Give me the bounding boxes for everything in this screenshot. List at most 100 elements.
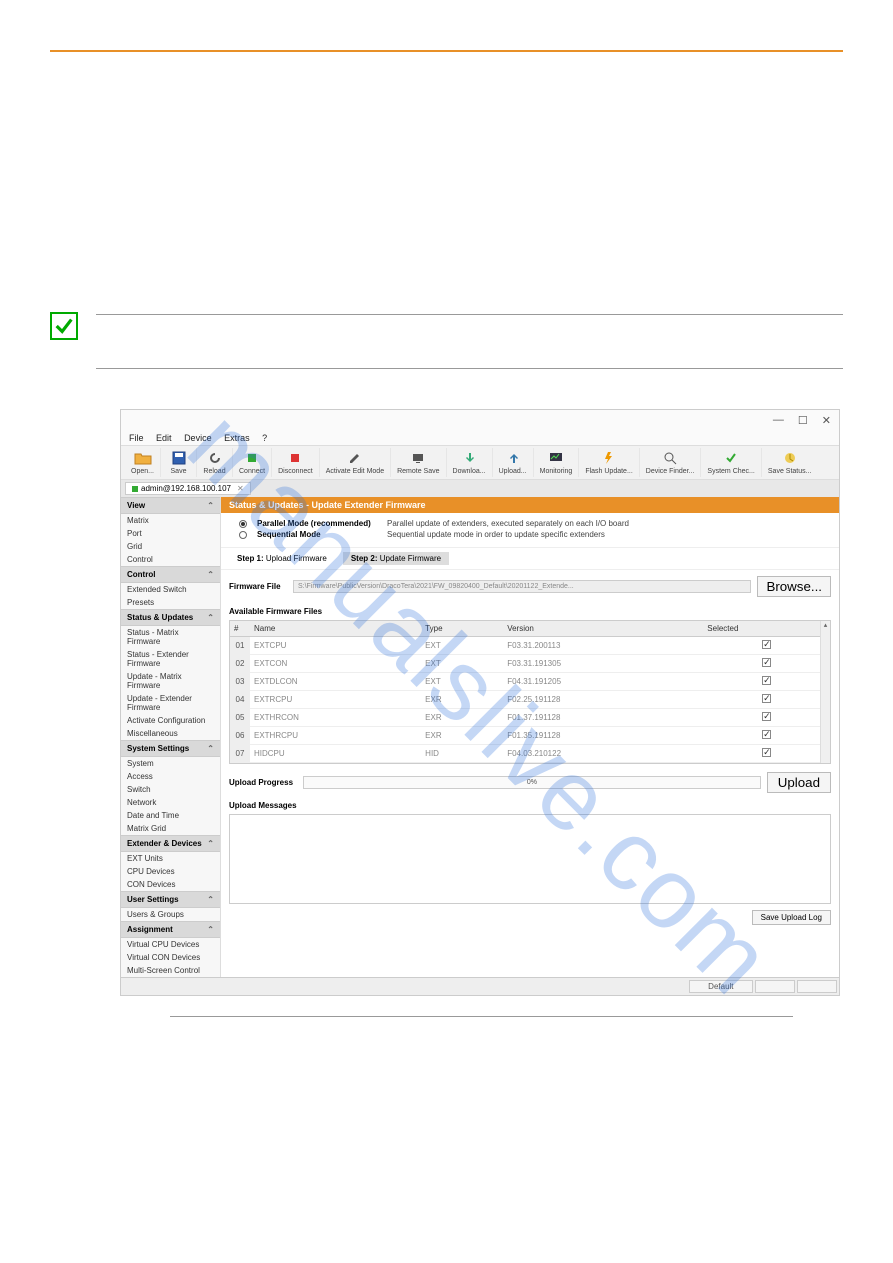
status-icon <box>781 450 799 466</box>
connection-tab[interactable]: admin@192.168.100.107 ✕ <box>125 482 251 495</box>
close-tab-icon[interactable]: ✕ <box>237 484 244 493</box>
table-row[interactable]: 02EXTCONEXTF03.31.191305 <box>230 655 830 673</box>
upload-button[interactable]: Upload... <box>493 448 534 477</box>
table-row[interactable]: 05EXTHRCONEXRF01.37.191128 <box>230 709 830 727</box>
checkbox-icon[interactable] <box>762 730 771 739</box>
column-[interactable]: # <box>230 621 250 637</box>
upload-messages-box[interactable] <box>229 814 831 904</box>
sidebar-item-extended-switch[interactable]: Extended Switch <box>121 583 220 596</box>
sidebar-item-system[interactable]: System <box>121 757 220 770</box>
sidebar-item-ext-units[interactable]: EXT Units <box>121 852 220 865</box>
sidebar-section-system-settings[interactable]: System Settings⌃ <box>121 740 220 757</box>
tab-step2[interactable]: Step 2: Update Firmware <box>343 552 449 565</box>
toolbar: Open...SaveReloadConnectDisconnectActiva… <box>121 445 839 480</box>
sidebar-item-miscellaneous[interactable]: Miscellaneous <box>121 727 220 740</box>
edit-button[interactable]: Activate Edit Mode <box>320 448 391 477</box>
parallel-mode-radio[interactable] <box>239 520 247 528</box>
column-selected[interactable]: Selected <box>703 621 830 637</box>
sidebar-section-view[interactable]: View⌃ <box>121 497 220 514</box>
sidebar-item-date-and-time[interactable]: Date and Time <box>121 809 220 822</box>
table-row[interactable]: 07HIDCPUHIDF04.03.210122 <box>230 745 830 763</box>
checkbox-icon[interactable] <box>762 676 771 685</box>
sidebar-item-control[interactable]: Control <box>121 553 220 566</box>
sidebar-item-presets[interactable]: Presets <box>121 596 220 609</box>
checkbox-icon[interactable] <box>762 640 771 649</box>
table-row[interactable]: 04EXTRCPUEXRF02.25.191128 <box>230 691 830 709</box>
menu-help[interactable]: ? <box>262 433 267 443</box>
checkbox-icon[interactable] <box>762 694 771 703</box>
connect-button[interactable]: Connect <box>233 448 272 477</box>
sidebar-item-multi-screen-control[interactable]: Multi-Screen Control <box>121 964 220 977</box>
minimize-button[interactable]: — <box>773 414 784 427</box>
sidebar-item-cpu-devices[interactable]: CPU Devices <box>121 865 220 878</box>
section-title: Control <box>127 570 155 579</box>
upload-button[interactable]: Upload <box>767 772 831 793</box>
scroll-up-icon[interactable]: ▴ <box>821 621 830 629</box>
remote-button[interactable]: Remote Save <box>391 448 446 477</box>
row-selected[interactable] <box>703 637 830 655</box>
upload-progress-label: Upload Progress <box>229 778 297 787</box>
sidebar-item-access[interactable]: Access <box>121 770 220 783</box>
sidebar-item-con-devices[interactable]: CON Devices <box>121 878 220 891</box>
menu-extras[interactable]: Extras <box>224 433 250 443</box>
sidebar-item-grid[interactable]: Grid <box>121 540 220 553</box>
table-row[interactable]: 01EXTCPUEXTF03.31.200113 <box>230 637 830 655</box>
sidebar-item-virtual-cpu-devices[interactable]: Virtual CPU Devices <box>121 938 220 951</box>
column-name[interactable]: Name <box>250 621 421 637</box>
status-button[interactable]: Save Status... <box>762 448 818 477</box>
row-selected[interactable] <box>703 727 830 745</box>
sidebar-item-activate-configuration[interactable]: Activate Configuration <box>121 714 220 727</box>
sidebar-section-user-settings[interactable]: User Settings⌃ <box>121 891 220 908</box>
tab-step1[interactable]: Step 1: Upload Firmware <box>229 552 335 565</box>
row-selected[interactable] <box>703 673 830 691</box>
sidebar-item-users-groups[interactable]: Users & Groups <box>121 908 220 921</box>
sidebar-item-status-extender-firmware[interactable]: Status - Extender Firmware <box>121 648 220 670</box>
sidebar-section-extender-devices[interactable]: Extender & Devices⌃ <box>121 835 220 852</box>
sidebar-section-assignment[interactable]: Assignment⌃ <box>121 921 220 938</box>
menu-edit[interactable]: Edit <box>156 433 172 443</box>
column-type[interactable]: Type <box>421 621 503 637</box>
checkbox-icon[interactable] <box>762 658 771 667</box>
menu-file[interactable]: File <box>129 433 144 443</box>
row-selected[interactable] <box>703 709 830 727</box>
row-selected[interactable] <box>703 745 830 763</box>
save-upload-log-button[interactable]: Save Upload Log <box>752 910 831 925</box>
finder-button[interactable]: Device Finder... <box>640 448 702 477</box>
browse-button[interactable]: Browse... <box>757 576 831 597</box>
monitor-button[interactable]: Monitoring <box>534 448 580 477</box>
scrollbar[interactable]: ▴ <box>820 621 830 763</box>
column-version[interactable]: Version <box>503 621 703 637</box>
disconnect-button[interactable]: Disconnect <box>272 448 320 477</box>
row-selected[interactable] <box>703 655 830 673</box>
sidebar-item-update-extender-firmware[interactable]: Update - Extender Firmware <box>121 692 220 714</box>
parallel-mode-label: Parallel Mode (recommended) <box>257 519 377 528</box>
download-button[interactable]: Downloa... <box>447 448 493 477</box>
sidebar-item-matrix[interactable]: Matrix <box>121 514 220 527</box>
sidebar-item-virtual-con-devices[interactable]: Virtual CON Devices <box>121 951 220 964</box>
check-button[interactable]: System Chec... <box>701 448 761 477</box>
sequential-mode-radio[interactable] <box>239 531 247 539</box>
open-button[interactable]: Open... <box>125 448 161 477</box>
sidebar-item-status-matrix-firmware[interactable]: Status - Matrix Firmware <box>121 626 220 648</box>
checkbox-icon[interactable] <box>762 748 771 757</box>
table-row[interactable]: 06EXTHRCPUEXRF01.35.191128 <box>230 727 830 745</box>
firmware-file-path[interactable]: S:\Firmware\PublicVersion\DracoTera\2021… <box>293 580 751 593</box>
sidebar-item-matrix-grid[interactable]: Matrix Grid <box>121 822 220 835</box>
sidebar-item-network[interactable]: Network <box>121 796 220 809</box>
sidebar-section-control[interactable]: Control⌃ <box>121 566 220 583</box>
divider <box>96 314 843 315</box>
menu-device[interactable]: Device <box>184 433 212 443</box>
reload-button[interactable]: Reload <box>197 448 233 477</box>
sidebar-item-port[interactable]: Port <box>121 527 220 540</box>
checkbox-icon[interactable] <box>762 712 771 721</box>
sidebar-item-switch[interactable]: Switch <box>121 783 220 796</box>
table-row[interactable]: 03EXTDLCONEXTF04.31.191205 <box>230 673 830 691</box>
row-selected[interactable] <box>703 691 830 709</box>
sidebar-item-update-matrix-firmware[interactable]: Update - Matrix Firmware <box>121 670 220 692</box>
sidebar-section-status-updates[interactable]: Status & Updates⌃ <box>121 609 220 626</box>
close-button[interactable]: ✕ <box>822 414 831 427</box>
flash-button[interactable]: Flash Update... <box>579 448 639 477</box>
maximize-button[interactable]: ☐ <box>798 414 808 427</box>
save-button[interactable]: Save <box>161 448 197 477</box>
row-name: HIDCPU <box>250 745 421 763</box>
